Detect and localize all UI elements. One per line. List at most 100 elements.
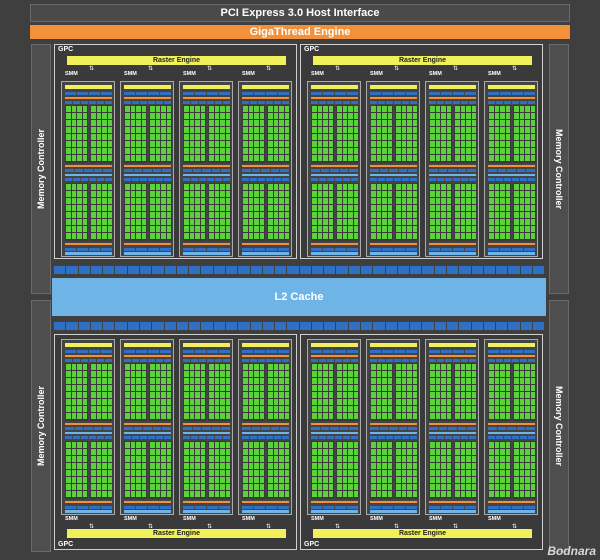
register-unit [156,436,163,439]
shared-memory [242,174,289,176]
cuda-core [500,148,505,154]
cuda-core [161,212,166,218]
cuda-core [259,463,264,469]
cuda-core [466,184,471,190]
crossbar-segment [471,322,483,330]
cuda-core [525,155,530,161]
cuda-core [460,371,465,377]
cuda-core [102,456,107,462]
cuda-core [273,456,278,462]
cuda-core [214,392,219,398]
cuda-core [525,413,530,419]
register-unit [250,178,257,181]
cuda-core [328,106,333,112]
cuda-core [125,413,130,419]
cuda-core [525,392,530,398]
cuda-core [455,148,460,154]
cuda-core [102,233,107,239]
cuda-core [248,491,253,497]
cuda-core [471,134,476,140]
cuda-core [525,198,530,204]
cuda-core [519,484,524,490]
cuda-core [401,141,406,147]
cuda-core [396,364,401,370]
register-unit [183,359,190,362]
cuda-core [337,226,342,232]
cuda-core [312,484,317,490]
cuda-core [500,442,505,448]
cuda-core [446,233,451,239]
cuda-core [401,371,406,377]
register-unit [457,169,467,172]
register-unit [339,427,349,430]
cuda-core [273,184,278,190]
cuda-core [382,191,387,197]
cuda-core [446,198,451,204]
cuda-core [387,491,392,497]
cuda-core [348,191,353,197]
cuda-core [505,106,510,112]
ld-st-unit [429,243,476,245]
shared-memory [65,174,112,176]
cuda-core [200,120,205,126]
cuda-core [371,184,376,190]
cuda-core [500,120,505,126]
cuda-core [441,148,446,154]
cuda-core [102,392,107,398]
cuda-core [489,470,494,476]
polymorph-engine [242,343,289,347]
cuda-core [279,113,284,119]
cuda-core [82,385,87,391]
ld-st-unit [488,243,535,245]
cuda-core [505,191,510,197]
cuda-core [248,456,253,462]
cuda-core [102,378,107,384]
register-unit [143,427,152,430]
cuda-core [407,233,412,239]
cuda-core [412,406,417,412]
cuda-core [353,127,358,133]
cuda-core [130,385,135,391]
texture-unit [242,510,289,513]
cuda-core [141,491,146,497]
cuda-core [407,134,412,140]
ld-st-unit [370,501,417,503]
cuda-core [91,442,96,448]
cuda-core [500,106,505,112]
register-unit [465,350,476,353]
smm-block [366,339,420,515]
cuda-core [268,463,273,469]
register-unit [453,101,460,104]
cuda-core [455,205,460,211]
cuda-core [342,120,347,126]
register-unit [453,178,460,181]
cuda-core [259,392,264,398]
cuda-core [77,141,82,147]
cuda-core [96,191,101,197]
cuda-core [102,226,107,232]
shared-memory [124,432,171,434]
register-unit [394,248,405,251]
cuda-core [209,191,214,197]
register-unit [266,359,273,362]
register-unit [465,506,476,509]
cuda-core [519,385,524,391]
cuda-core [161,491,166,497]
cuda-core [91,406,96,412]
cuda-core [200,371,205,377]
cuda-core [435,477,440,483]
cuda-core [401,392,406,398]
cuda-core [401,385,406,391]
cuda-core [317,184,322,190]
cuda-core [254,219,259,225]
cuda-core [161,191,166,197]
register-unit [132,436,139,439]
register-unit [335,248,346,251]
cuda-core [284,470,289,476]
cuda-core [460,364,465,370]
ld-st-unit [488,165,535,167]
crossbar-segment [471,266,483,274]
smm-label: SMM [370,71,383,77]
cuda-core [136,155,141,161]
register-unit [221,427,230,430]
